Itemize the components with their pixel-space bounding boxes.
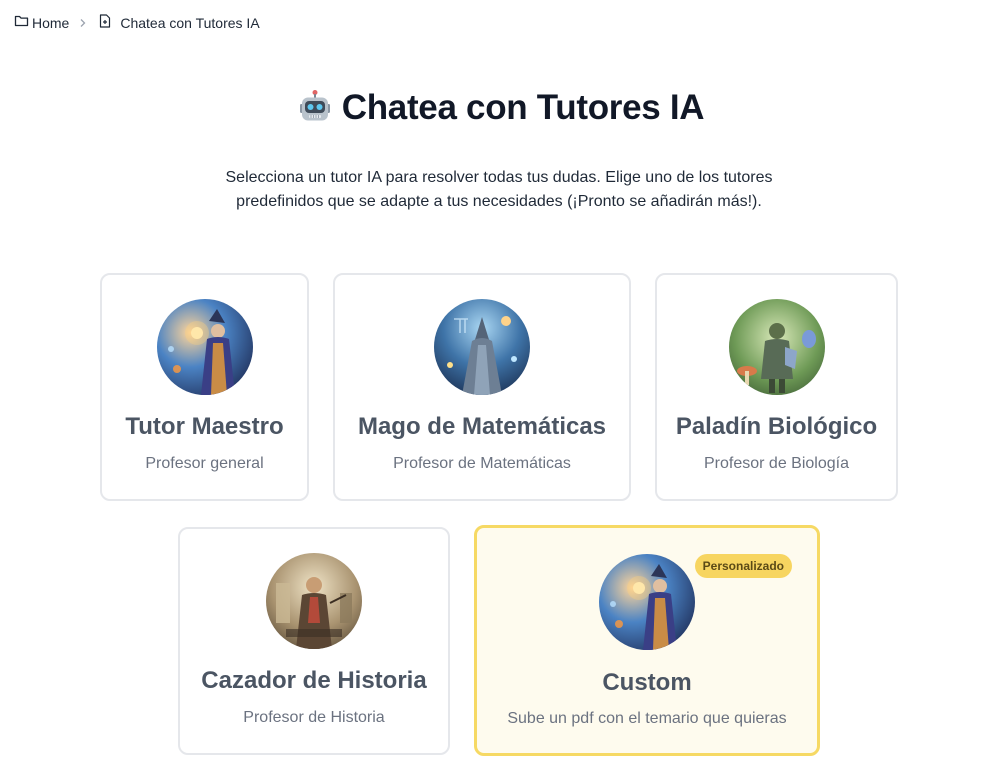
tutor-card-mago-de-matematicas[interactable]: Mago de Matemáticas Profesor de Matemáti…	[333, 273, 631, 501]
page-intro: Selecciona un tutor IA para resolver tod…	[225, 169, 773, 210]
folder-icon	[14, 14, 29, 31]
tutor-card-custom[interactable]: Personalizado Custom Sube un pdf con el …	[474, 525, 820, 756]
tutor-avatar	[599, 554, 695, 650]
page-title: Chatea con Tutores IA	[341, 88, 705, 127]
tutor-card-tutor-maestro[interactable]: Tutor Maestro Profesor general	[100, 273, 309, 501]
tutor-avatar	[434, 299, 530, 395]
robot-icon	[298, 89, 332, 128]
tutor-name: Paladín Biológico	[675, 413, 878, 440]
tutor-description: Sube un pdf con el temario que quieras	[507, 710, 787, 727]
tutor-name: Cazador de Historia	[201, 667, 427, 694]
tutor-card-paladin-biologico[interactable]: Paladín Biológico Profesor de Biología	[655, 273, 898, 501]
breadcrumb-current-label: Chatea con Tutores IA	[120, 14, 260, 31]
tutor-avatar	[728, 299, 825, 395]
file-plus-icon	[99, 14, 111, 31]
breadcrumb-current: Chatea con Tutores IA	[99, 14, 260, 31]
tutor-name: Mago de Matemáticas	[357, 413, 607, 440]
tutor-name: Tutor Maestro	[125, 413, 284, 440]
tutor-name: Custom	[602, 669, 692, 696]
tutor-description: Profesor de Biología	[704, 455, 849, 472]
tutor-avatar	[266, 553, 362, 649]
breadcrumb-home-label: Home	[32, 14, 70, 31]
tutor-description: Profesor de Historia	[243, 709, 385, 726]
tutor-description: Profesor general	[145, 455, 264, 472]
chevron-right-icon	[79, 18, 87, 28]
page-heading: Chatea con Tutores IA	[0, 88, 1002, 128]
breadcrumb: Home Chatea con Tutores IA	[14, 14, 260, 31]
personalizado-badge: Personalizado	[694, 554, 792, 578]
tutor-avatar	[156, 299, 253, 395]
tutor-description: Profesor de Matemáticas	[393, 455, 571, 472]
breadcrumb-home-link[interactable]: Home	[14, 14, 69, 31]
tutor-card-cazador-de-historia[interactable]: Cazador de Historia Profesor de Historia	[178, 527, 450, 755]
